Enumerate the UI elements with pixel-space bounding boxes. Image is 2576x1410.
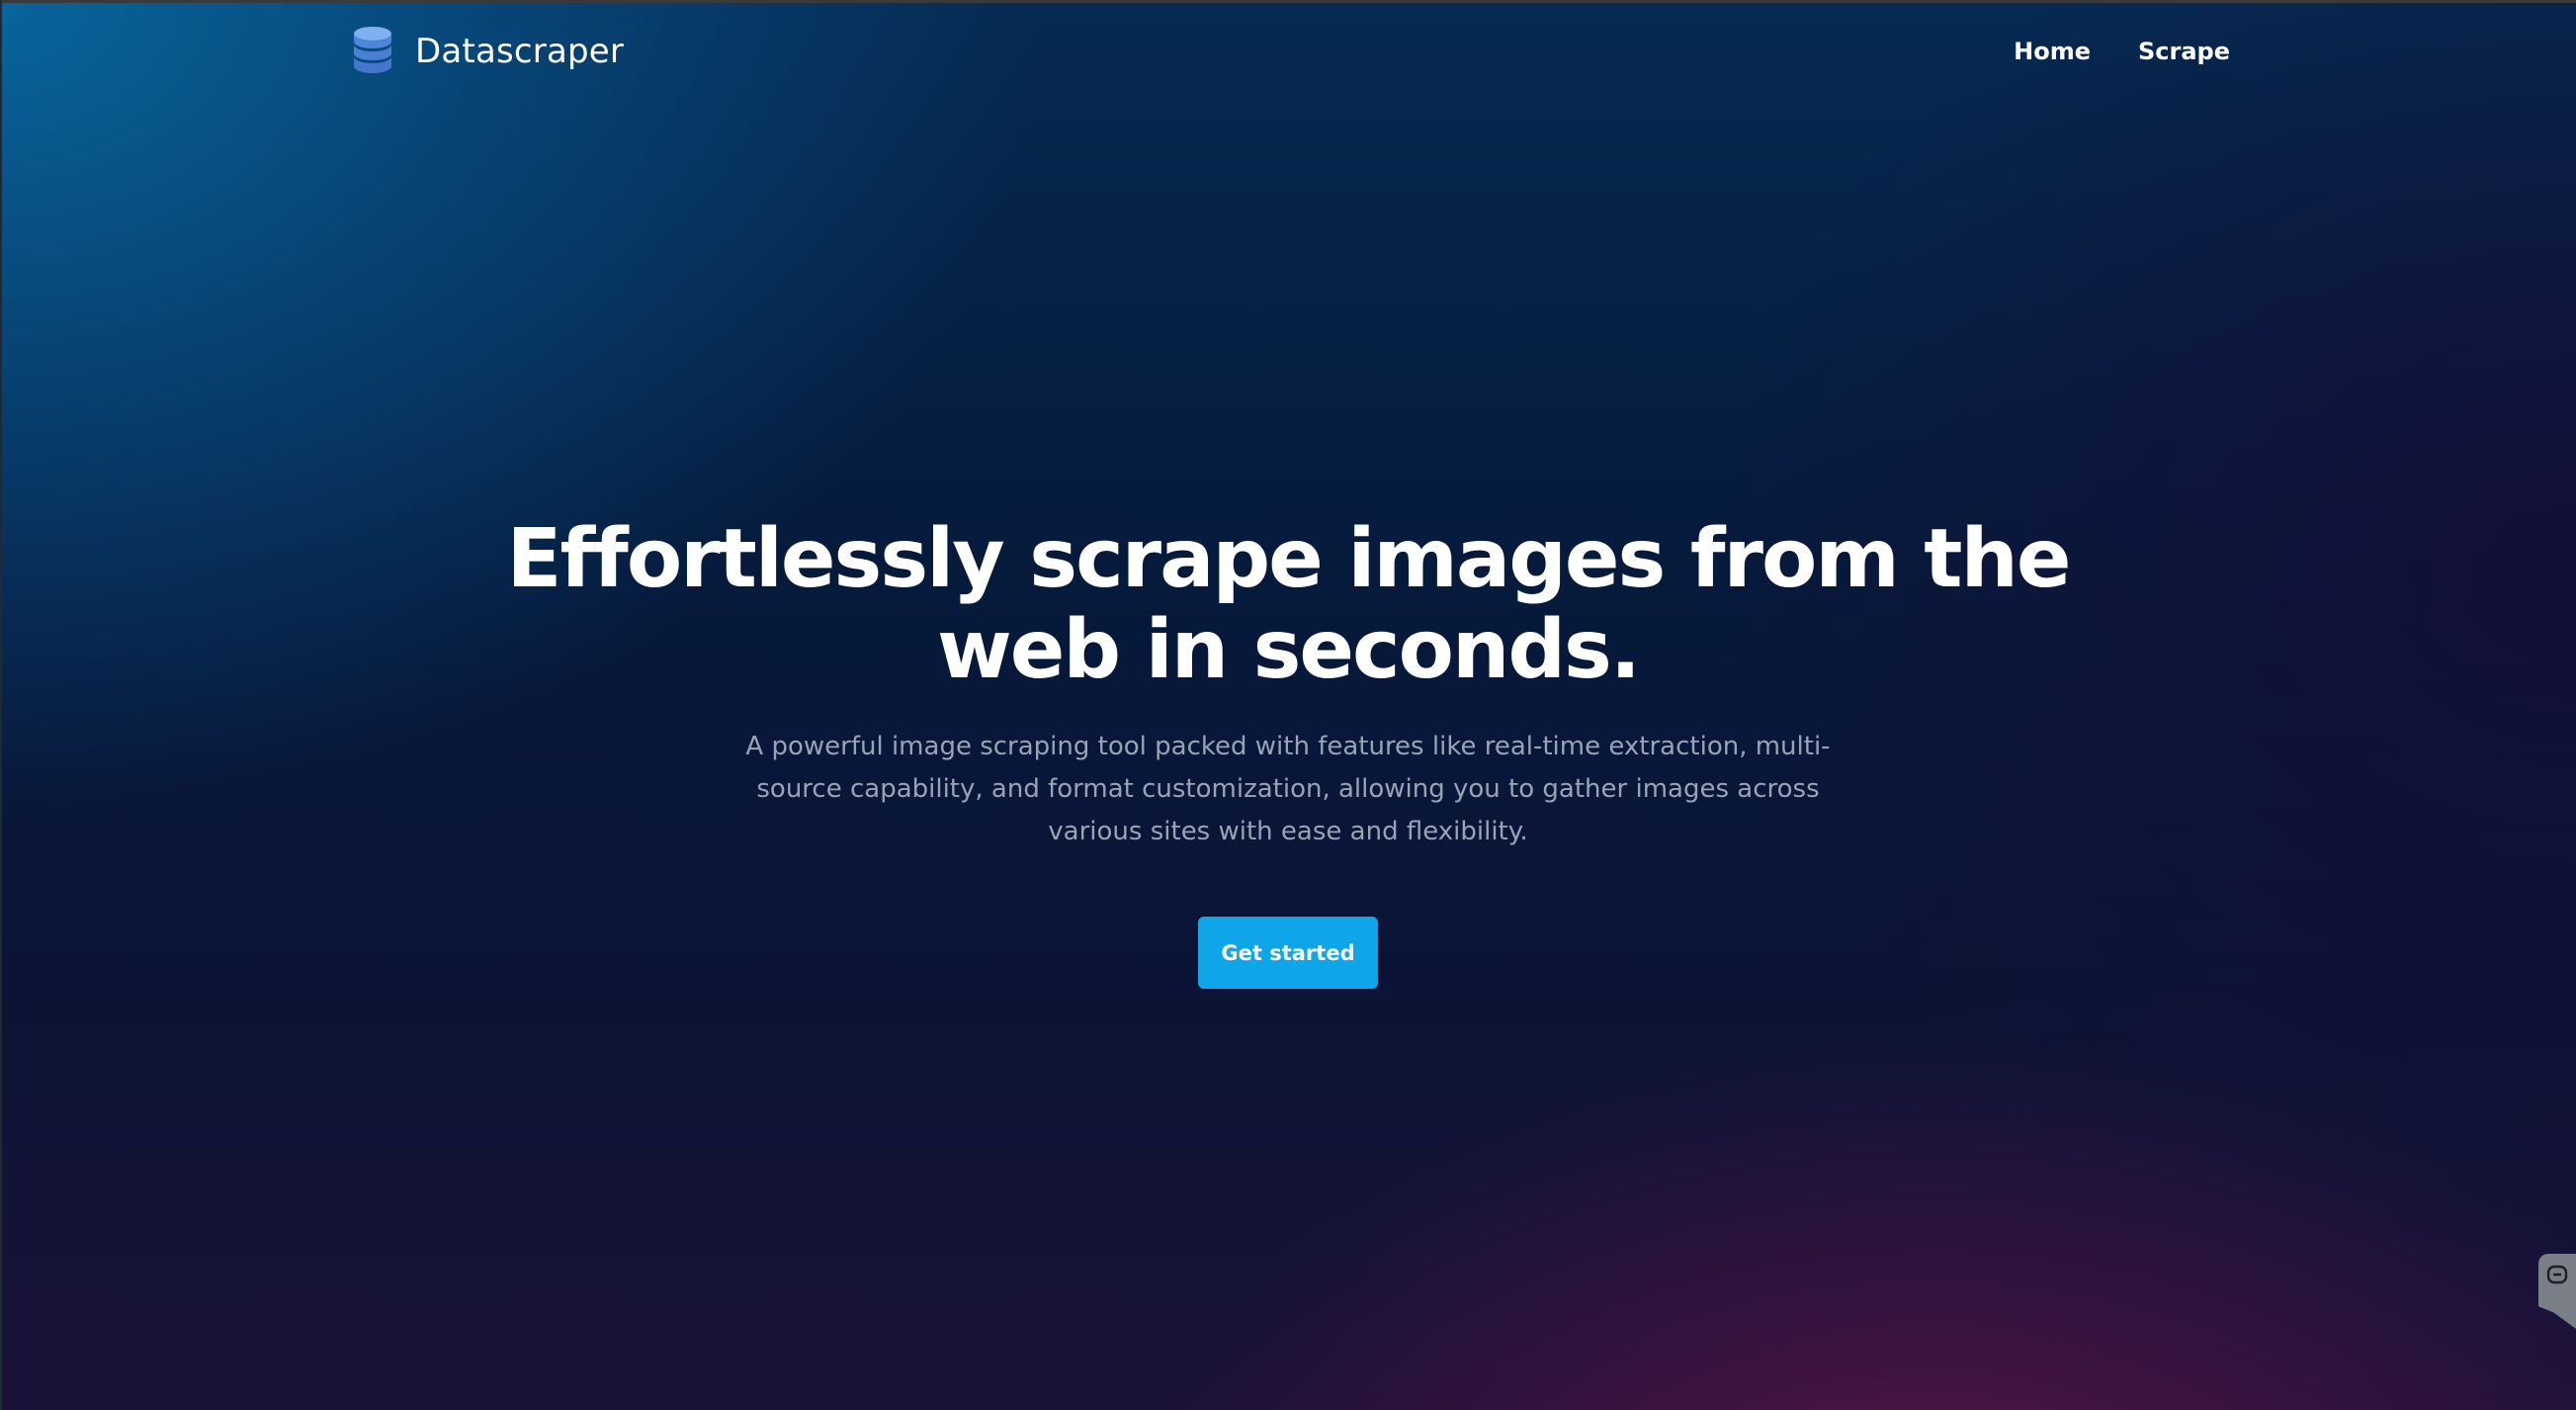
side-chat-widget[interactable] xyxy=(2538,1254,2576,1329)
brand-logo-link[interactable]: Datascraper xyxy=(352,26,624,77)
hero-title-line-2: web in seconds. xyxy=(936,603,1641,697)
nav-link-home[interactable]: Home xyxy=(2014,38,2091,65)
nav-link-scrape[interactable]: Scrape xyxy=(2138,38,2230,65)
hero-title: Effortlessly scrape images from the web … xyxy=(448,514,2128,696)
database-icon xyxy=(354,27,391,73)
window-top-border xyxy=(0,0,2576,3)
chat-widget-icon xyxy=(2546,1265,2568,1284)
get-started-button[interactable]: Get started xyxy=(1198,917,1378,989)
hero-section: Effortlessly scrape images from the web … xyxy=(0,514,2576,989)
hero-subtitle: A powerful image scraping tool packed wi… xyxy=(745,732,1831,846)
main-nav: Home Scrape xyxy=(2014,38,2230,65)
brand-name: Datascraper xyxy=(415,32,625,71)
site-header: Datascraper Home Scrape xyxy=(352,20,2230,89)
hero-title-line-1: Effortlessly scrape images from the xyxy=(506,512,2071,606)
